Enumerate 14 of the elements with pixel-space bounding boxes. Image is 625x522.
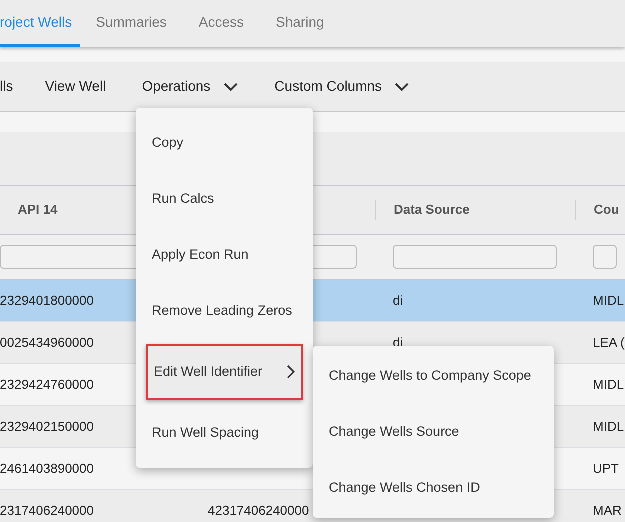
table-cell: 2329424760000 [0,377,94,392]
table-cell: 2329402150000 [0,419,94,434]
table-cell: MAR [593,503,622,518]
table-cell: UPT [593,461,619,476]
table-cell: MIDL [593,377,624,392]
table-cell: di [393,293,404,308]
table-cell: 0025434960000 [0,335,94,350]
table-cell: MIDL [593,419,624,434]
table-cell: 2329401800000 [0,293,94,308]
table-cell: 2317406240000 [0,503,94,518]
table-cell: MIDL [593,293,624,308]
table-cell: 2461403890000 [0,461,94,476]
table-cell: 42317406240000 [208,503,310,518]
table-cell: LEA ( [593,335,625,350]
